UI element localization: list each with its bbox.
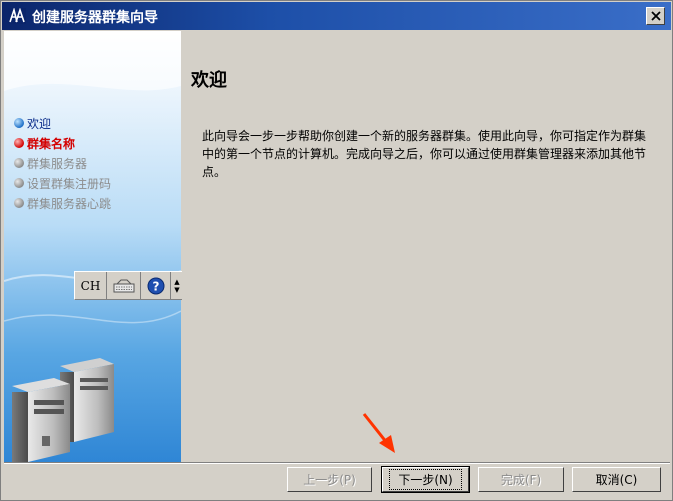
keyboard-icon — [113, 279, 134, 292]
title-bar[interactable]: 创建服务器群集向导 — [2, 2, 671, 30]
next-button[interactable]: 下一步(N) — [381, 466, 470, 493]
help-icon: ? — [147, 277, 164, 294]
finish-button[interactable]: 完成(F) — [478, 467, 564, 492]
ime-keyboard-button[interactable] — [107, 272, 141, 299]
chevron-up-icon: ▲ — [174, 277, 180, 286]
ime-help-button[interactable]: ? — [141, 272, 171, 299]
window-title: 创建服务器群集向导 — [32, 10, 158, 26]
svg-text:?: ? — [152, 279, 159, 293]
page-title: 欢迎 — [191, 70, 227, 91]
annotation-arrow-icon — [362, 413, 395, 453]
wizard-content: 欢迎 此向导会一步一步帮助你创建一个新的服务器群集。使用此向导，你可指定作为群集… — [182, 31, 671, 462]
close-icon — [650, 11, 661, 21]
step-label: 群集名称 — [27, 136, 76, 151]
step-current-icon — [14, 138, 24, 148]
close-button[interactable] — [646, 7, 665, 25]
wizard-sidebar: 欢迎 群集名称 群集服务器 设置群集注册码 群集服务器心跳 — [4, 31, 181, 462]
ime-language-button[interactable]: CH — [75, 272, 107, 299]
app-logo-icon — [8, 8, 26, 24]
servers-illustration — [12, 358, 114, 462]
chevron-down-icon: ▼ — [174, 285, 180, 294]
step-pending-icon — [14, 178, 24, 188]
step-heartbeat: 群集服务器心跳 — [14, 193, 111, 213]
wizard-window: 创建服务器群集向导 欢迎 群集名称 群集服务器 设置群集注册码 群集服务器心跳 … — [0, 0, 673, 501]
step-pending-icon — [14, 158, 24, 168]
step-done-icon — [14, 118, 24, 128]
button-separator — [4, 462, 670, 464]
step-welcome: 欢迎 — [14, 113, 111, 133]
ime-toolbar: CH ? ▲ ▼ — [74, 271, 184, 300]
cancel-button[interactable]: 取消(C) — [572, 467, 661, 492]
step-label: 欢迎 — [27, 116, 52, 131]
step-cluster-name: 群集名称 — [14, 133, 111, 153]
step-label: 群集服务器心跳 — [27, 196, 112, 211]
step-pending-icon — [14, 198, 24, 208]
step-label: 群集服务器 — [27, 156, 88, 171]
wizard-steps: 欢迎 群集名称 群集服务器 设置群集注册码 群集服务器心跳 — [14, 113, 111, 213]
step-registration-code: 设置群集注册码 — [14, 173, 111, 193]
step-label: 设置群集注册码 — [27, 176, 112, 191]
back-button[interactable]: 上一步(P) — [287, 467, 372, 492]
page-description: 此向导会一步一步帮助你创建一个新的服务器群集。使用此向导，你可指定作为群集中的第… — [202, 129, 647, 179]
step-cluster-servers: 群集服务器 — [14, 153, 111, 173]
next-button-label: 下一步(N) — [389, 469, 462, 490]
